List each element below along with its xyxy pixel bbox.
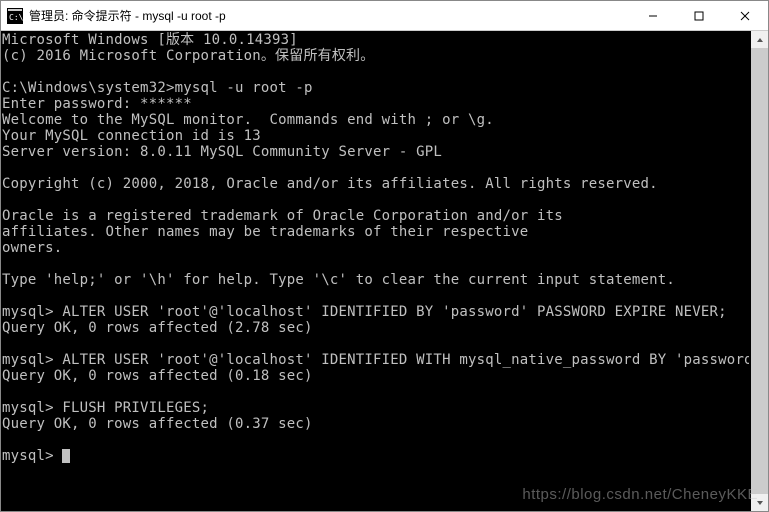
svg-text:C:\: C:\: [9, 13, 23, 22]
scroll-up-button[interactable]: [751, 31, 768, 48]
scroll-thumb[interactable]: [751, 48, 768, 494]
cmd-icon: C:\: [7, 8, 23, 24]
scroll-down-button[interactable]: [751, 494, 768, 511]
titlebar[interactable]: C:\ 管理员: 命令提示符 - mysql -u root -p: [1, 1, 768, 31]
terminal-area: Microsoft Windows [版本 10.0.14393] (c) 20…: [1, 31, 768, 511]
cmd-window: C:\ 管理员: 命令提示符 - mysql -u root -p Micros…: [1, 1, 768, 511]
close-button[interactable]: [722, 1, 768, 30]
maximize-button[interactable]: [676, 1, 722, 30]
terminal-output[interactable]: Microsoft Windows [版本 10.0.14393] (c) 20…: [2, 32, 749, 509]
minimize-button[interactable]: [630, 1, 676, 30]
scroll-track[interactable]: [751, 48, 768, 494]
vertical-scrollbar[interactable]: [751, 31, 768, 511]
terminal-cursor: [62, 449, 70, 463]
window-controls: [630, 1, 768, 30]
window-title: 管理员: 命令提示符 - mysql -u root -p: [29, 7, 630, 24]
